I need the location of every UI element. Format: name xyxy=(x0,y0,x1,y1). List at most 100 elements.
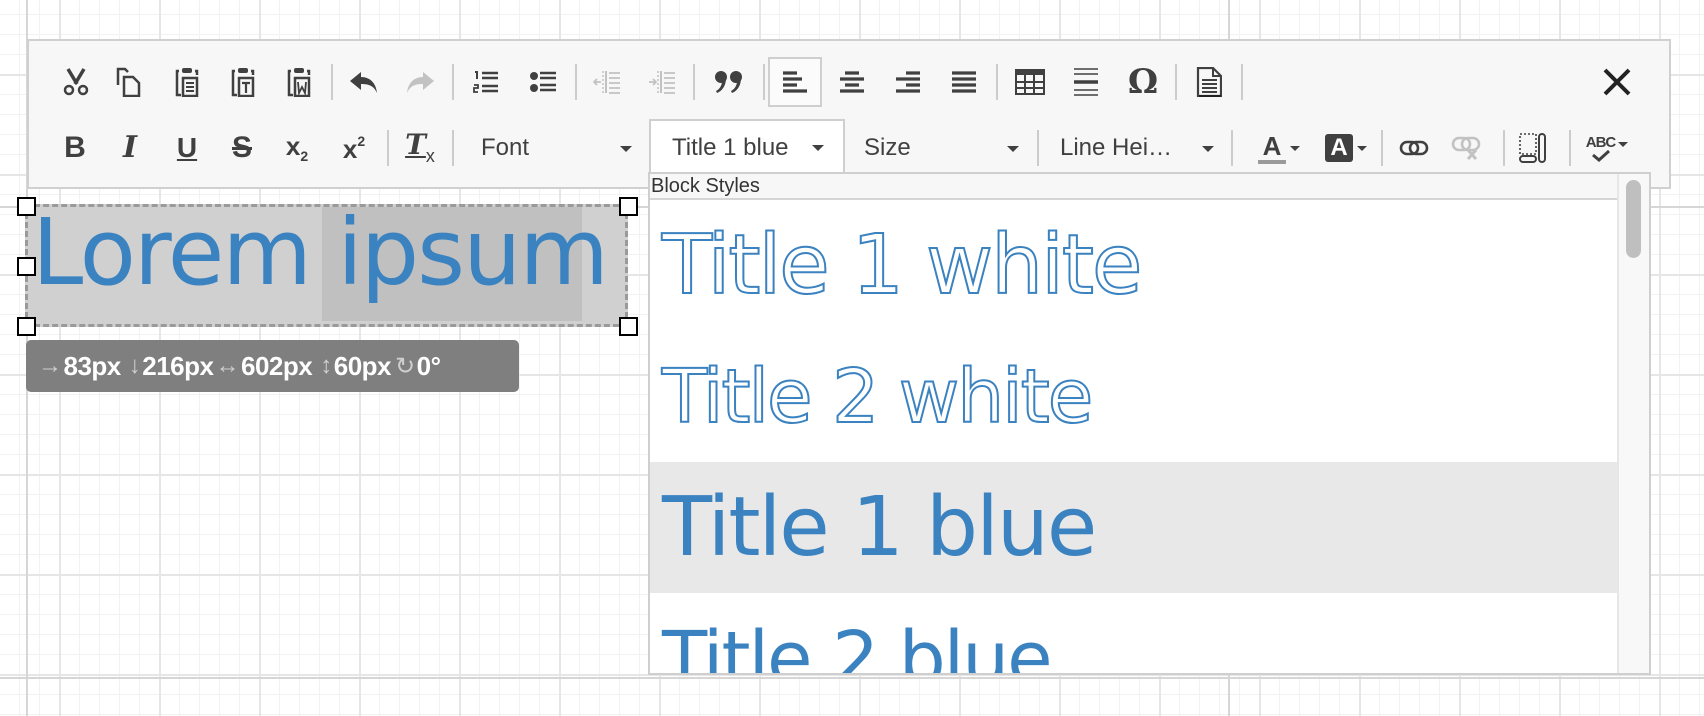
underline-button[interactable]: U xyxy=(165,126,209,170)
omega-icon: Ω xyxy=(1127,62,1159,102)
paste-button[interactable] xyxy=(165,60,209,104)
numbered-list-button[interactable] xyxy=(464,60,508,104)
scrollbar-thumb[interactable] xyxy=(1626,180,1641,258)
outdent-button[interactable] xyxy=(585,60,629,104)
line-height-dropdown[interactable]: Line Hei… xyxy=(1041,121,1231,175)
style-dropdown[interactable]: Title 1 blue xyxy=(649,119,845,175)
justify-button[interactable] xyxy=(942,60,986,104)
toolbar-separator xyxy=(452,64,454,100)
bold-button[interactable]: B xyxy=(53,126,97,170)
toolbar-separator xyxy=(452,130,454,166)
height-value: 60px xyxy=(333,350,392,381)
subscript-icon: x2 xyxy=(285,131,309,164)
unlink-button[interactable] xyxy=(1444,126,1488,170)
show-blocks-icon xyxy=(1518,132,1548,164)
blockquote-button[interactable] xyxy=(707,60,751,104)
text-shape[interactable]: Lorem ipsum dolor xyxy=(25,204,628,327)
table-icon xyxy=(1015,69,1045,95)
geometry-tooltip: → 83px ↓ 216px ↔ 602px ↕ 60px ↻ 0° xyxy=(26,340,519,392)
redo-button[interactable] xyxy=(398,60,442,104)
unlink-icon xyxy=(1451,135,1481,161)
background-color-button[interactable]: A xyxy=(1318,126,1374,170)
spellcheck-icon: ABC xyxy=(1586,135,1616,162)
font-size-dropdown[interactable]: Size xyxy=(847,121,1037,175)
table-button[interactable] xyxy=(1008,60,1052,104)
undo-button[interactable] xyxy=(342,60,386,104)
chevron-down-icon xyxy=(812,145,824,151)
subscript-button[interactable]: x2 xyxy=(275,126,319,170)
background-color-icon: A xyxy=(1325,134,1353,162)
undo-icon xyxy=(349,70,379,94)
cut-button[interactable] xyxy=(54,60,98,104)
italic-icon: I xyxy=(122,130,138,165)
resize-handle-top-left[interactable] xyxy=(17,197,36,216)
style-option-title-1-white[interactable]: Title 1 white xyxy=(650,200,1617,331)
style-value: Title 1 blue xyxy=(672,134,789,161)
close-icon xyxy=(1602,67,1632,97)
rotate-icon: ↻ xyxy=(395,352,415,380)
width-value: 602px xyxy=(241,350,313,381)
style-dropdown-panel: Block Styles Title 1 white Title 2 white… xyxy=(648,172,1651,675)
justify-icon xyxy=(951,70,977,94)
horizontal-line-button[interactable] xyxy=(1064,60,1108,104)
toolbar-separator xyxy=(1503,130,1505,166)
resize-handle-top-right[interactable] xyxy=(619,197,638,216)
indent-button[interactable] xyxy=(640,60,684,104)
align-center-button[interactable] xyxy=(830,60,874,104)
close-toolbar-button[interactable] xyxy=(1595,60,1639,104)
align-left-icon xyxy=(782,70,808,94)
toolbar-separator xyxy=(693,64,695,100)
arrow-right-icon: → xyxy=(38,352,62,379)
source-button[interactable] xyxy=(1187,60,1231,104)
dropdown-scrollbar[interactable] xyxy=(1617,174,1649,673)
underline-icon: U xyxy=(176,132,198,163)
toolbar-separator xyxy=(1037,130,1039,166)
font-family-dropdown[interactable]: Font xyxy=(467,121,647,175)
outdent-icon xyxy=(593,69,621,95)
text-color-button[interactable]: A xyxy=(1251,126,1307,170)
special-char-button[interactable]: Ω xyxy=(1121,60,1165,104)
dropdown-group-header: Block Styles xyxy=(650,174,1649,200)
paste-text-button[interactable] xyxy=(221,60,265,104)
copy-button[interactable] xyxy=(107,60,151,104)
chevron-down-icon xyxy=(1357,145,1367,151)
indent-icon xyxy=(648,69,676,95)
arrow-down-icon: ↓ xyxy=(128,352,141,379)
style-option-title-2-blue[interactable]: Title 2 blue xyxy=(650,593,1617,674)
bold-icon: B xyxy=(64,131,86,164)
chevron-down-icon xyxy=(1007,146,1019,152)
position-left-value: 83px xyxy=(63,350,122,381)
style-option-title-2-white[interactable]: Title 2 white xyxy=(650,331,1617,462)
chevron-down-icon xyxy=(1618,141,1629,147)
link-button[interactable] xyxy=(1392,126,1436,170)
toolbar-separator xyxy=(387,130,389,166)
rotation-value: 0° xyxy=(416,350,441,381)
resize-handle-bottom-left[interactable] xyxy=(17,317,36,336)
bulleted-list-button[interactable] xyxy=(521,60,565,104)
strikethrough-button[interactable]: S xyxy=(220,126,264,170)
resize-handle-left[interactable] xyxy=(17,257,36,276)
toolbar-separator xyxy=(996,64,998,100)
remove-format-button[interactable]: Tx xyxy=(398,126,442,170)
arrow-horizontal-icon: ↔ xyxy=(215,352,240,379)
superscript-icon: x2 xyxy=(342,132,366,164)
style-option-title-1-blue[interactable]: Title 1 blue xyxy=(650,462,1617,593)
paste-word-icon xyxy=(286,67,312,97)
align-right-button[interactable] xyxy=(886,60,930,104)
spellcheck-button[interactable]: ABC xyxy=(1579,126,1635,170)
strikethrough-icon: S xyxy=(231,131,252,164)
paste-word-button[interactable] xyxy=(277,60,321,104)
show-blocks-button[interactable] xyxy=(1511,126,1555,170)
check-icon xyxy=(1591,149,1610,162)
align-left-button[interactable] xyxy=(768,57,822,107)
resize-handle-bottom-right[interactable] xyxy=(619,317,638,336)
paste-icon xyxy=(174,67,200,97)
text-shape-content[interactable]: Lorem ipsum dolor xyxy=(32,207,625,306)
superscript-button[interactable]: x2 xyxy=(332,126,376,170)
toolbar-separator xyxy=(763,64,765,100)
toolbar-separator xyxy=(1241,64,1243,100)
italic-button[interactable]: I xyxy=(108,126,152,170)
redo-icon xyxy=(405,70,435,94)
text-color-icon: A xyxy=(1258,133,1286,164)
bulleted-list-icon xyxy=(529,69,557,95)
